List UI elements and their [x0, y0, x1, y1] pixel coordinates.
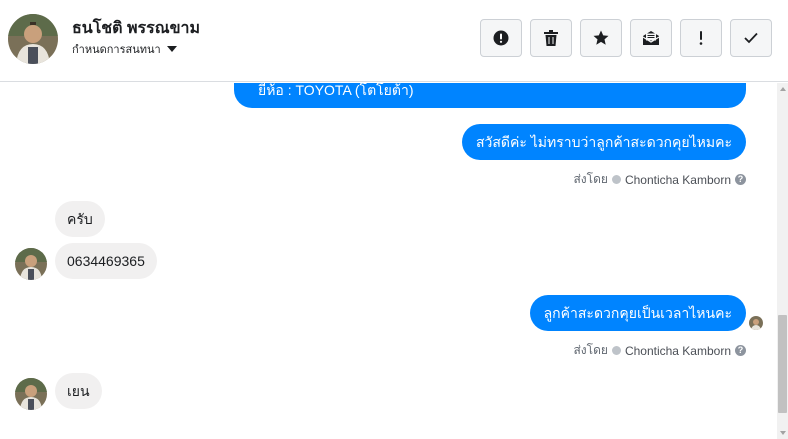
contact-avatar[interactable] [8, 14, 58, 64]
trash-icon [544, 30, 558, 46]
follow-up-button[interactable] [680, 19, 722, 57]
message-text: ยี่ห้อ : TOYOTA (โตโยต้า) [258, 83, 414, 98]
sent-by-info: ส่งโดย Chonticha Kamborn ? [573, 341, 746, 360]
incoming-message[interactable]: ครับ [55, 201, 105, 237]
scrollbar[interactable] [777, 83, 788, 439]
sent-by-label: ส่งโดย [573, 172, 608, 186]
checkmark-icon [744, 32, 758, 44]
contact-avatar-small[interactable] [15, 248, 47, 280]
message-thread[interactable]: ยี่ห้อ : TOYOTA (โตโยต้า) สวัสดีค่ะ ไม่ท… [0, 83, 777, 439]
sent-by-label: ส่งโดย [573, 343, 608, 357]
contact-name[interactable]: ธนโชติ พรรณขาม [72, 16, 200, 41]
message-text: เยน [67, 383, 90, 399]
outgoing-message[interactable]: สวัสดีค่ะ ไม่ทราบว่าลูกค้าสะดวกคุยไหมคะ [461, 124, 746, 160]
scroll-up-arrow-icon[interactable] [780, 87, 786, 91]
alert-circle-icon [493, 30, 509, 46]
contact-avatar-small[interactable] [15, 378, 47, 410]
message-text: ครับ [67, 211, 93, 227]
message-text: ลูกค้าสะดวกคุยเป็นเวลาไหนคะ [543, 305, 732, 321]
message-text: 0634469365 [67, 253, 145, 269]
outgoing-message[interactable]: ลูกค้าสะดวกคุยเป็นเวลาไหนคะ [529, 295, 746, 331]
outgoing-message[interactable]: ยี่ห้อ : TOYOTA (โตโยต้า) [234, 83, 746, 108]
check-circle-icon [611, 175, 621, 184]
envelope-icon [643, 31, 659, 45]
agent-name[interactable]: Chonticha Kamborn [625, 173, 731, 187]
seen-avatar [749, 316, 763, 330]
agent-name[interactable]: Chonticha Kamborn [625, 344, 731, 358]
conversation-header: ธนโชติ พรรณขาม กำหนดการสนทนา [0, 0, 788, 82]
mark-done-button[interactable] [730, 19, 772, 57]
scroll-down-arrow-icon[interactable] [780, 431, 786, 435]
caret-down-icon [166, 46, 177, 52]
mark-unread-button[interactable] [630, 19, 672, 57]
star-button[interactable] [580, 19, 622, 57]
conversation-label-dropdown[interactable]: กำหนดการสนทนา [72, 40, 177, 58]
incoming-message[interactable]: เยน [55, 373, 102, 409]
help-icon[interactable]: ? [735, 174, 746, 185]
star-icon [593, 30, 609, 45]
message-text: สวัสดีค่ะ ไม่ทราบว่าลูกค้าสะดวกคุยไหมคะ [475, 134, 732, 150]
incoming-message[interactable]: 0634469365 [55, 243, 157, 279]
spam-button[interactable] [480, 19, 522, 57]
conversation-actions [480, 19, 772, 57]
sent-by-info: ส่งโดย Chonticha Kamborn ? [573, 170, 746, 189]
scroll-thumb[interactable] [778, 315, 787, 413]
exclamation-icon [699, 31, 703, 45]
conversation-label-text: กำหนดการสนทนา [72, 44, 161, 56]
help-icon[interactable]: ? [735, 345, 746, 356]
check-circle-icon [611, 346, 621, 355]
delete-button[interactable] [530, 19, 572, 57]
